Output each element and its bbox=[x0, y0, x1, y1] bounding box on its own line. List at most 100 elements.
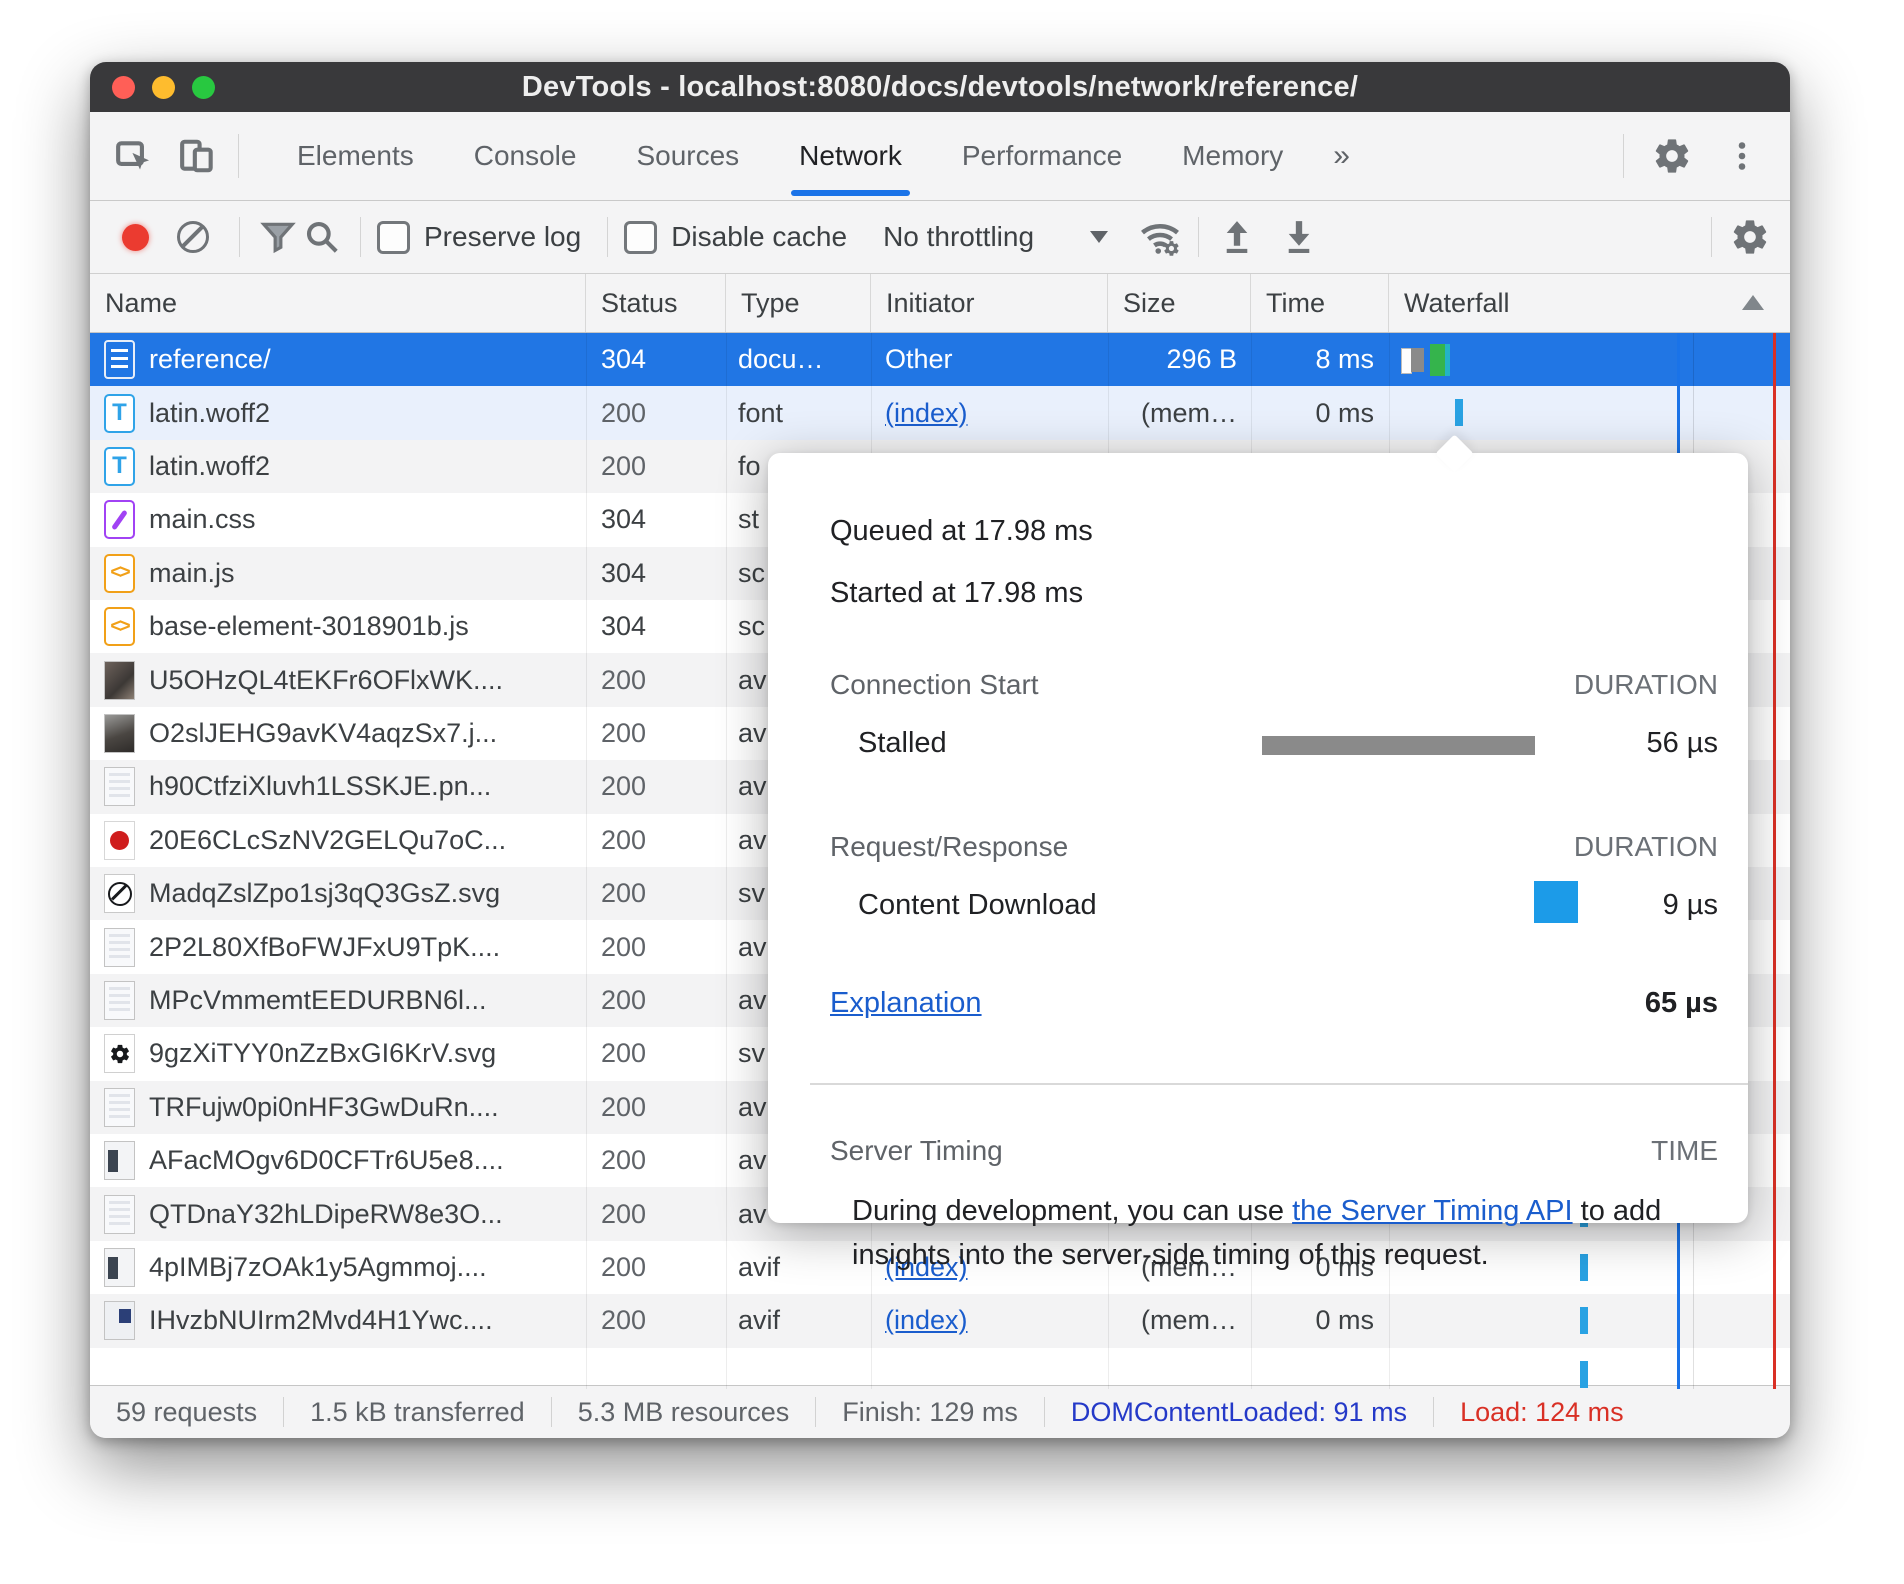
initiator-cell bbox=[871, 1348, 1108, 1389]
request-name-cell: QTDnaY32hLDipeRW8e3O... bbox=[90, 1187, 586, 1240]
image-thumbnail bbox=[104, 714, 135, 753]
status-cell: 200 bbox=[586, 1187, 726, 1240]
column-header-waterfall[interactable]: Waterfall bbox=[1389, 274, 1790, 332]
column-header-initiator[interactable]: Initiator bbox=[871, 274, 1108, 332]
record-network-log-icon[interactable] bbox=[122, 224, 149, 251]
tab-console[interactable]: Console bbox=[444, 112, 607, 200]
sort-ascending-icon bbox=[1742, 295, 1764, 310]
column-header-time[interactable]: Time bbox=[1251, 274, 1389, 332]
more-tabs-button[interactable]: » bbox=[1313, 112, 1370, 200]
status-cell bbox=[586, 1348, 726, 1389]
initiator-link[interactable]: (index) bbox=[885, 1305, 968, 1336]
status-cell: 200 bbox=[586, 386, 726, 439]
disable-cache-checkbox[interactable] bbox=[624, 221, 657, 254]
import-har-icon[interactable] bbox=[1215, 215, 1259, 259]
status-cell: 200 bbox=[586, 814, 726, 867]
zoom-window-button[interactable] bbox=[192, 76, 215, 99]
request-name-cell: Tlatin.woff2 bbox=[90, 386, 586, 439]
inspect-element-icon[interactable] bbox=[112, 134, 156, 178]
column-header-status[interactable]: Status bbox=[586, 274, 726, 332]
title-bar: DevTools - localhost:8080/docs/devtools/… bbox=[90, 62, 1790, 112]
initiator-link[interactable]: (index) bbox=[885, 398, 968, 429]
kebab-menu-icon[interactable] bbox=[1720, 134, 1764, 178]
initiator-cell: (index) bbox=[871, 386, 1108, 439]
clear-network-log-icon[interactable] bbox=[177, 221, 209, 253]
explanation-link[interactable]: Explanation bbox=[830, 987, 982, 1020]
column-header-name[interactable]: Name bbox=[90, 274, 586, 332]
server-timing-api-link[interactable]: the Server Timing API bbox=[1292, 1195, 1572, 1227]
divider bbox=[1623, 134, 1624, 178]
type-cell: avif bbox=[726, 1294, 871, 1347]
traffic-lights bbox=[112, 76, 215, 99]
status-cell: 304 bbox=[586, 547, 726, 600]
devtools-tab-bar: Elements Console Sources Network Perform… bbox=[90, 112, 1790, 201]
divider bbox=[607, 217, 608, 257]
request-name-cell: 4pIMBj7zOAk1y5Agmmoj.... bbox=[90, 1241, 586, 1294]
time-cell: 0 ms bbox=[1251, 1294, 1389, 1347]
network-settings-gear-icon[interactable] bbox=[1728, 215, 1772, 259]
script-icon: <> bbox=[104, 607, 135, 646]
panel-tabs: Elements Console Sources Network Perform… bbox=[267, 112, 1370, 200]
request-name-cell: U5OHzQL4tEKFr6OFlxWK.... bbox=[90, 653, 586, 706]
connection-start-heading: Connection Start bbox=[830, 669, 1039, 701]
request-name-cell: Tlatin.woff2 bbox=[90, 440, 586, 493]
stylesheet-icon bbox=[104, 500, 135, 539]
table-row[interactable]: Tlatin.woff2200font(index)(mem…0 ms bbox=[90, 386, 1790, 439]
divider bbox=[238, 134, 239, 178]
request-name-cell: <>base-element-3018901b.js bbox=[90, 600, 586, 653]
export-har-icon[interactable] bbox=[1277, 215, 1321, 259]
size-cell bbox=[1108, 1348, 1251, 1389]
search-icon[interactable] bbox=[300, 215, 344, 259]
table-row[interactable]: IHvzbNUIrm2Mvd4H1Ywc....200avif(index)(m… bbox=[90, 1294, 1790, 1347]
type-cell: docu… bbox=[726, 333, 871, 386]
device-toolbar-icon[interactable] bbox=[176, 134, 220, 178]
table-row[interactable]: reference/304docu…Other296 B8 ms bbox=[90, 333, 1790, 386]
filter-icon[interactable] bbox=[256, 215, 300, 259]
request-name-cell: AFacMOgv6D0CFTr6U5e8.... bbox=[90, 1134, 586, 1187]
waterfall-stalled-bar bbox=[1411, 348, 1424, 372]
load-event-marker bbox=[1773, 333, 1776, 1389]
content-download-bar bbox=[1534, 881, 1578, 923]
image-thumbnail bbox=[104, 981, 135, 1020]
column-header-type[interactable]: Type bbox=[726, 274, 871, 332]
started-at-text: Started at 17.98 ms bbox=[830, 573, 1718, 613]
column-header-size[interactable]: Size bbox=[1108, 274, 1251, 332]
requests-count: 59 requests bbox=[90, 1397, 283, 1428]
document-icon bbox=[104, 340, 135, 379]
script-icon: <> bbox=[104, 554, 135, 593]
divider bbox=[1711, 217, 1712, 257]
request-name-cell: reference/ bbox=[90, 333, 586, 386]
status-cell: 200 bbox=[586, 867, 726, 920]
status-cell: 200 bbox=[586, 707, 726, 760]
tab-elements[interactable]: Elements bbox=[267, 112, 444, 200]
waterfall-tick[interactable] bbox=[1580, 1307, 1588, 1334]
table-row[interactable] bbox=[90, 1348, 1790, 1389]
popover-divider bbox=[810, 1083, 1748, 1085]
network-conditions-icon[interactable] bbox=[1138, 215, 1182, 259]
preserve-log-checkbox[interactable] bbox=[377, 221, 410, 254]
initiator-cell: Other bbox=[871, 333, 1108, 386]
waterfall-download-bar bbox=[1430, 344, 1445, 376]
time-cell: 8 ms bbox=[1251, 333, 1389, 386]
close-window-button[interactable] bbox=[112, 76, 135, 99]
timing-popover: Queued at 17.98 ms Started at 17.98 ms C… bbox=[768, 453, 1748, 1223]
throttling-dropdown[interactable]: No throttling bbox=[883, 221, 1108, 253]
tab-network[interactable]: Network bbox=[769, 112, 932, 200]
initiator-cell: (index) bbox=[871, 1294, 1108, 1347]
waterfall-cell bbox=[1389, 386, 1790, 439]
status-cell: 200 bbox=[586, 653, 726, 706]
status-cell: 200 bbox=[586, 760, 726, 813]
tab-memory[interactable]: Memory bbox=[1152, 112, 1313, 200]
image-thumbnail bbox=[104, 1141, 135, 1180]
dom-content-loaded-time: DOMContentLoaded: 91 ms bbox=[1045, 1397, 1433, 1428]
status-cell: 200 bbox=[586, 1241, 726, 1294]
minimize-window-button[interactable] bbox=[152, 76, 175, 99]
settings-gear-icon[interactable] bbox=[1650, 134, 1694, 178]
waterfall-tick[interactable] bbox=[1580, 1361, 1588, 1388]
divider bbox=[360, 217, 361, 257]
waterfall-tick[interactable] bbox=[1455, 399, 1463, 426]
tab-performance[interactable]: Performance bbox=[932, 112, 1152, 200]
throttling-value: No throttling bbox=[883, 221, 1034, 253]
finish-time: Finish: 129 ms bbox=[816, 1397, 1044, 1428]
tab-sources[interactable]: Sources bbox=[606, 112, 769, 200]
